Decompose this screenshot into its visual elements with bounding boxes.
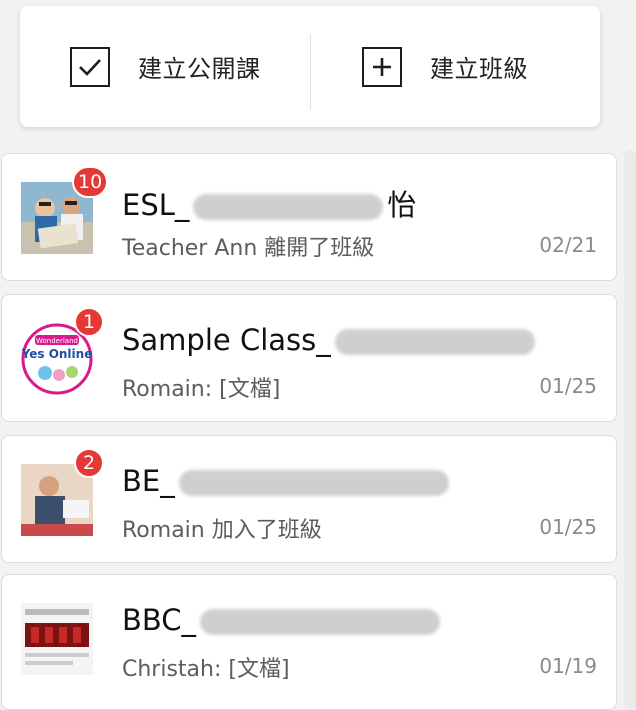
class-last-activity: Romain: [文檔] (122, 377, 281, 402)
quick-actions-card: 建立公開課 建立班級 (20, 6, 600, 127)
class-title-text: ESL_ (122, 188, 190, 222)
class-title: BBC_ (122, 603, 444, 637)
unread-badge: 10 (72, 166, 109, 198)
logo-top-text: Wonderland (36, 337, 78, 345)
class-item[interactable]: BBC_ Christah: [文檔] 01/19 (1, 574, 617, 710)
class-title-text: Sample Class_ (122, 323, 331, 357)
checkbox-icon (70, 46, 110, 87)
class-date: 02/21 (539, 233, 597, 257)
class-item[interactable]: 10 ESL_ 怡 Teacher Ann 離開了班級 02/21 (1, 153, 617, 281)
class-date: 01/25 (539, 515, 597, 539)
class-item[interactable]: 2 BE_ Romain 加入了班級 01/25 (1, 435, 617, 563)
create-class-button[interactable]: 建立班級 (310, 6, 600, 127)
class-title-text: BBC_ (122, 603, 197, 637)
logo-text: Yes Online (21, 347, 92, 361)
class-item[interactable]: Wonderland Yes Online 1 Sample Class_ Ro… (1, 294, 617, 422)
class-title: ESL_ 怡 (122, 182, 416, 224)
class-date: 01/19 (539, 654, 597, 678)
class-thumbnail (21, 603, 93, 675)
unread-badge: 1 (74, 307, 104, 337)
class-title: Sample Class_ (122, 323, 539, 357)
create-open-class-label: 建立公開課 (138, 55, 261, 83)
unread-badge: 2 (74, 448, 104, 478)
class-title-tail: 怡 (387, 188, 417, 222)
class-date: 01/25 (539, 374, 597, 398)
class-title: BE_ (122, 464, 453, 498)
scrollbar[interactable] (624, 150, 636, 710)
class-last-activity: Romain 加入了班級 (122, 518, 322, 543)
class-title-text: BE_ (122, 464, 175, 498)
redacted-text (334, 329, 535, 355)
class-last-activity: Teacher Ann 離開了班級 (122, 236, 375, 261)
create-class-label: 建立班級 (430, 55, 528, 83)
plus-icon (362, 46, 402, 87)
redacted-text (193, 194, 384, 220)
class-last-activity: Christah: [文檔] (122, 657, 290, 682)
create-open-class-button[interactable]: 建立公開課 (20, 6, 310, 127)
redacted-text (200, 609, 441, 635)
redacted-text (178, 470, 449, 496)
